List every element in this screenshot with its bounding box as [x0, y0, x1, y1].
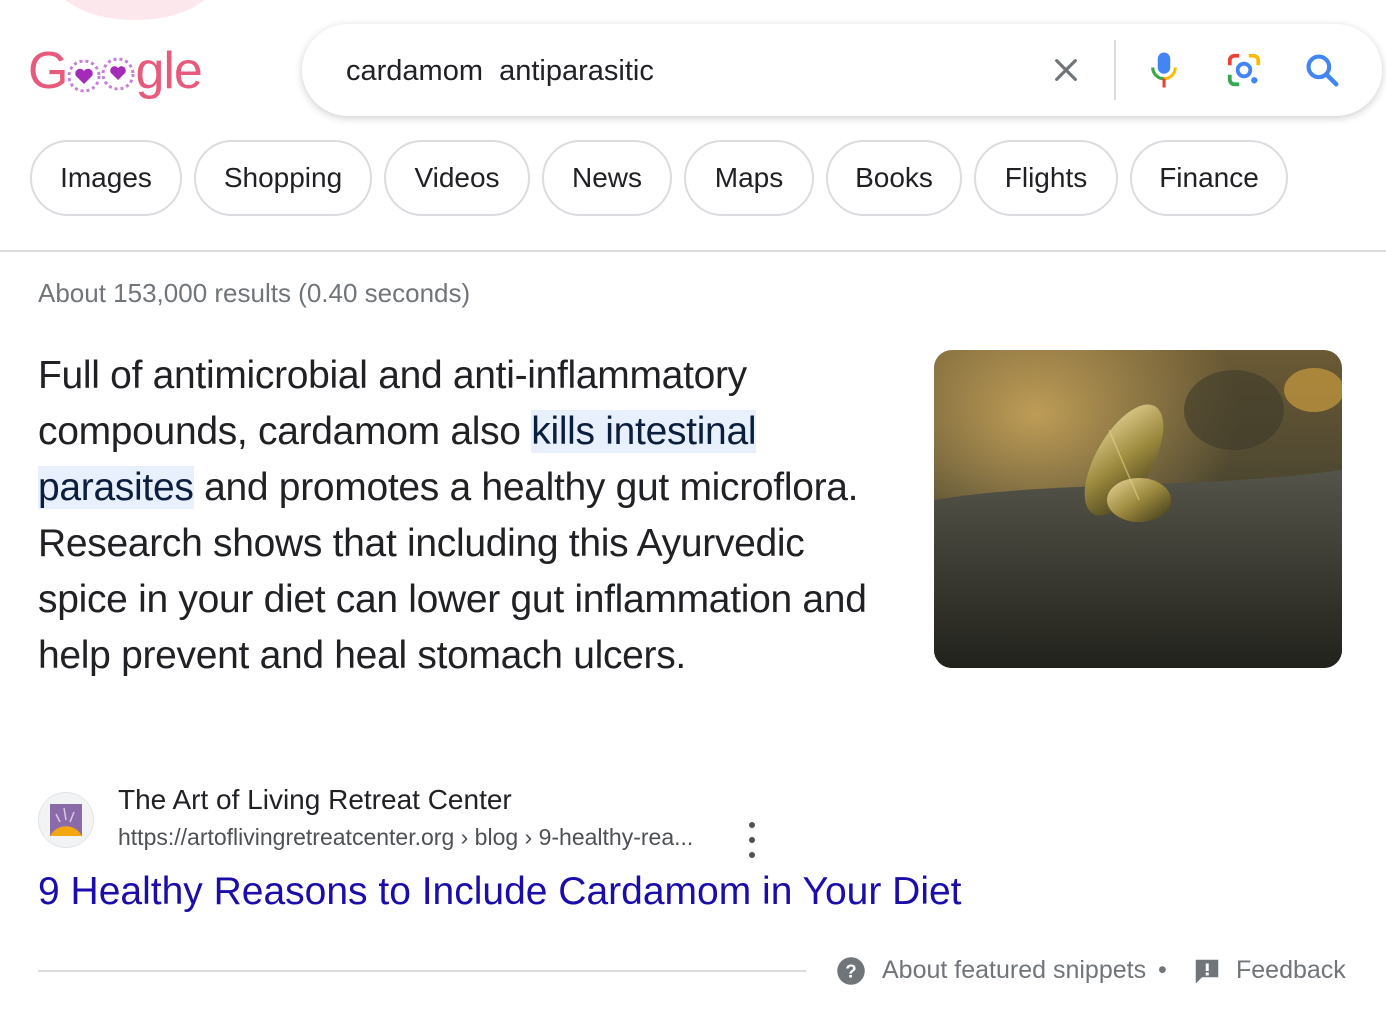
help-circle-icon[interactable]: ?	[836, 956, 866, 986]
tab-finance[interactable]: Finance	[1130, 140, 1288, 216]
results-stats: About 153,000 results (0.40 seconds)	[38, 278, 471, 308]
clear-search-button[interactable]	[1042, 46, 1090, 94]
svg-text:?: ?	[845, 960, 856, 981]
about-featured-snippets-link[interactable]: About featured snippets	[882, 956, 1146, 985]
tab-news[interactable]: News	[542, 140, 672, 216]
dot	[749, 837, 755, 843]
snippet-image[interactable]	[934, 350, 1342, 668]
search-divider	[1114, 40, 1116, 100]
tab-images[interactable]: Images	[30, 140, 182, 216]
tab-maps[interactable]: Maps	[684, 140, 814, 216]
tab-books[interactable]: Books	[826, 140, 962, 216]
source-favicon[interactable]	[38, 792, 94, 848]
logo-letter-g: G	[28, 42, 68, 100]
search-box	[302, 24, 1382, 116]
feedback-icon[interactable]	[1192, 956, 1222, 986]
search-submit-button[interactable]	[1298, 46, 1346, 94]
source-site-name[interactable]: The Art of Living Retreat Center	[118, 784, 512, 816]
result-title-link[interactable]: 9 Healthy Reasons to Include Cardamom in…	[38, 870, 962, 914]
cardamom-photo	[934, 350, 1342, 668]
heart-o-icon	[67, 59, 101, 93]
logo-letters: gle	[135, 42, 202, 100]
footer-separator: •	[1158, 956, 1167, 984]
image-search-button[interactable]	[1220, 46, 1268, 94]
tab-videos[interactable]: Videos	[384, 140, 530, 216]
camera-lens-icon	[1227, 53, 1261, 87]
footer-divider	[38, 970, 806, 972]
featured-snippet-text: Full of antimicrobial and anti-inflammat…	[38, 348, 898, 684]
dot	[749, 852, 755, 858]
more-options-button[interactable]	[738, 822, 766, 858]
feedback-link[interactable]: Feedback	[1236, 956, 1346, 985]
voice-search-button[interactable]	[1140, 46, 1188, 94]
header-divider	[0, 250, 1386, 252]
search-input[interactable]	[344, 46, 1028, 96]
tab-flights[interactable]: Flights	[974, 140, 1118, 216]
doodle-decoration	[55, 0, 215, 20]
google-doodle-logo[interactable]: Ggle	[28, 36, 203, 106]
tab-shopping[interactable]: Shopping	[194, 140, 372, 216]
heart-o-icon-2	[101, 57, 135, 91]
dot	[749, 822, 755, 828]
sunrise-logo-icon	[50, 804, 82, 836]
search-icon	[1306, 54, 1339, 87]
close-icon	[1055, 59, 1077, 81]
source-url[interactable]: https://artoflivingretreatcenter.org › b…	[118, 824, 693, 851]
mic-icon	[1151, 52, 1177, 88]
